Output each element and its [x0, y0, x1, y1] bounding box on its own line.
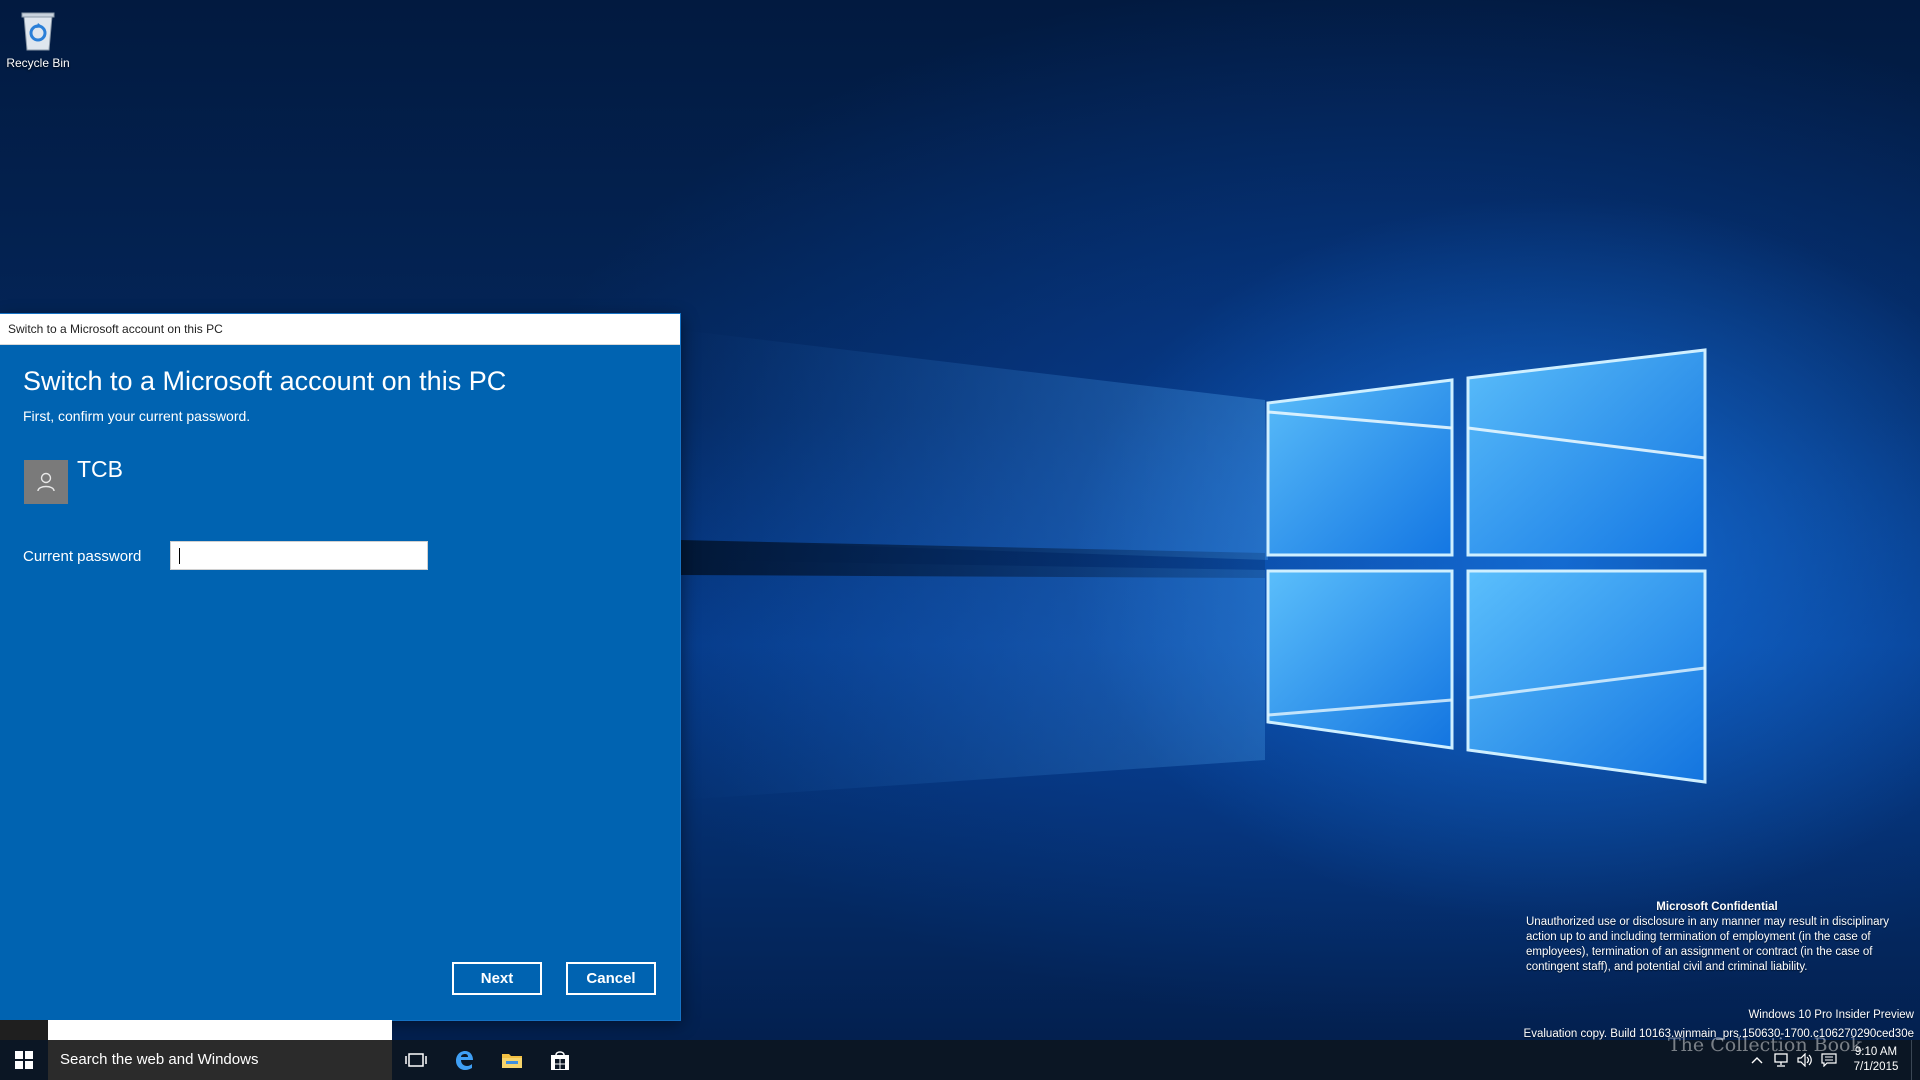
task-view-icon [405, 1053, 427, 1067]
edge-button[interactable] [440, 1040, 488, 1080]
search-flyout-edge [0, 1020, 392, 1040]
switch-account-dialog: Switch to a Microsoft account on this PC… [0, 314, 680, 1020]
password-label: Current password [23, 548, 142, 565]
start-button[interactable] [0, 1040, 48, 1080]
dialog-subheading: First, confirm your current password. [23, 408, 251, 424]
cancel-button[interactable]: Cancel [566, 962, 656, 995]
current-password-input[interactable] [170, 541, 428, 570]
store-button[interactable] [536, 1040, 584, 1080]
dialog-heading: Switch to a Microsoft account on this PC [23, 366, 507, 396]
chevron-up-icon [1751, 1057, 1763, 1064]
task-view-button[interactable] [392, 1040, 440, 1080]
store-icon [551, 1051, 569, 1070]
user-icon [37, 472, 55, 492]
account-name: TCB [77, 456, 123, 482]
clock-date: 7/1/2015 [1853, 1061, 1899, 1073]
confidential-notice: Microsoft Confidential Unauthorized use … [1526, 900, 1908, 975]
text-caret [179, 548, 180, 564]
windows-start-icon [15, 1051, 33, 1069]
notice-title: Microsoft Confidential [1656, 901, 1778, 913]
avatar [24, 460, 68, 504]
edition-label: Windows 10 Pro Insider Preview [1748, 1009, 1914, 1021]
taskbar: Search the web and Windows 9:10 AM 7/1/2… [0, 1040, 1920, 1080]
edge-icon [456, 1051, 473, 1070]
taskbar-search-box[interactable]: Search the web and Windows [48, 1040, 392, 1080]
file-explorer-icon [502, 1054, 522, 1068]
recycle-bin-icon [21, 12, 55, 51]
notice-body: Unauthorized use or disclosure in any ma… [1526, 916, 1890, 973]
desktop-icon-recycle-bin[interactable]: Recycle Bin [4, 8, 72, 70]
show-desktop-button[interactable] [1911, 1040, 1920, 1080]
file-explorer-button[interactable] [488, 1040, 536, 1080]
watermark-text: The Collection Book [1668, 1034, 1862, 1056]
next-button[interactable]: Next [452, 962, 542, 995]
dialog-titlebar[interactable]: Switch to a Microsoft account on this PC [0, 314, 680, 345]
desktop-icon-label: Recycle Bin [6, 56, 70, 70]
